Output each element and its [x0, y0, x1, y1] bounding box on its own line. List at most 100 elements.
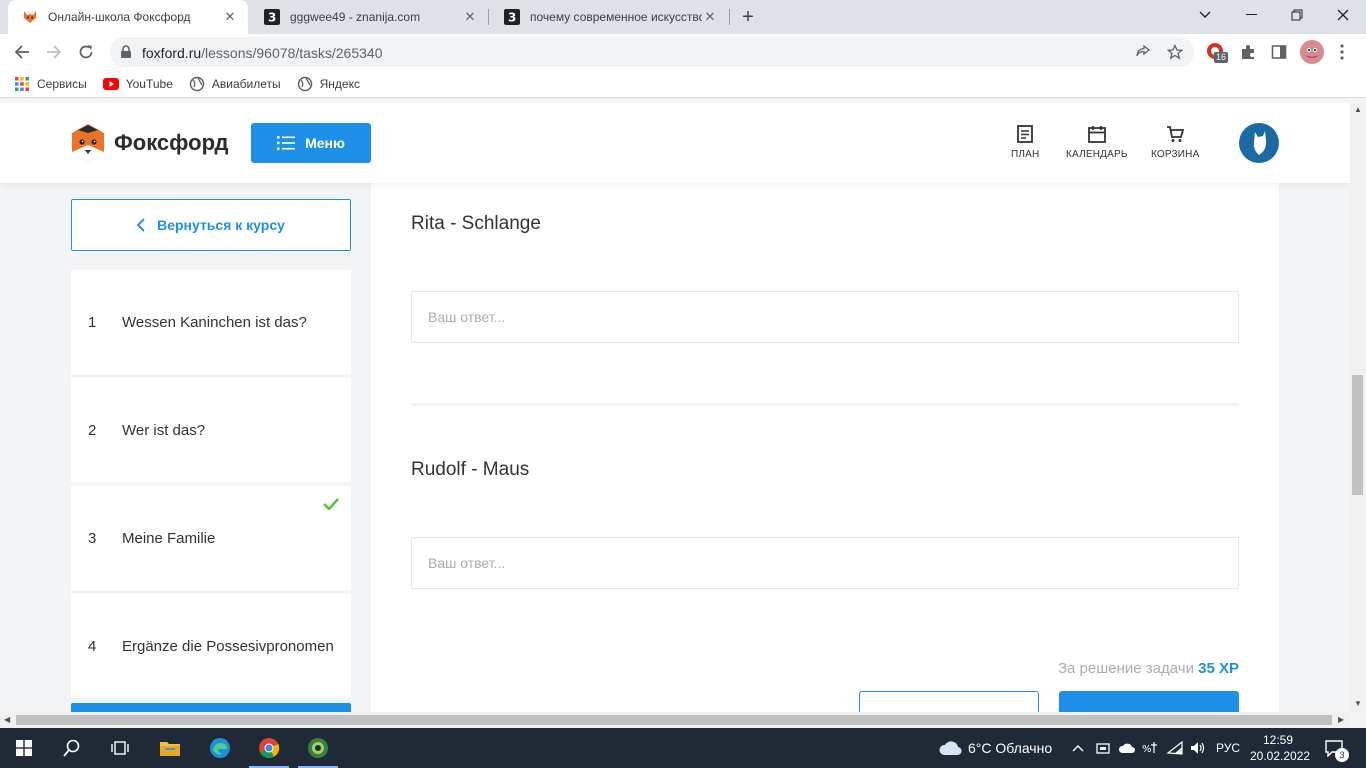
- close-window-icon[interactable]: [1320, 0, 1366, 30]
- nav-cart[interactable]: КОРЗИНА: [1151, 125, 1199, 160]
- fox-logo-icon: [72, 124, 104, 162]
- site-header: Фоксфорд Меню ПЛАН КАЛЕНДАРЬ КОРЗИНА: [0, 103, 1350, 183]
- close-icon[interactable]: ✕: [222, 9, 238, 25]
- lesson-item-4[interactable]: 4 Ergänze die Possesivpronomen: [71, 594, 351, 698]
- nav-label: КАЛЕНДАРЬ: [1066, 149, 1128, 160]
- cloud-icon: [939, 741, 962, 756]
- lesson-number: 2: [88, 421, 97, 439]
- back-arrow-icon[interactable]: [8, 38, 36, 66]
- checkmark-icon: [323, 498, 339, 510]
- menu-button[interactable]: Меню: [251, 123, 371, 163]
- wifi-icon[interactable]: [1166, 728, 1184, 768]
- tab-title: gggwee49 - znanija.com: [290, 10, 421, 24]
- taskbar-clock[interactable]: 12:59 20.02.2022: [1250, 732, 1311, 764]
- lesson-item-5[interactable]: [71, 703, 351, 712]
- lesson-title: Wer ist das?: [122, 421, 206, 439]
- search-icon[interactable]: [48, 728, 96, 768]
- scrollbar-thumb[interactable]: [16, 715, 1332, 725]
- windows-taskbar: 6°C Облачно % РУС 12:59 20.02.2022 3: [0, 728, 1366, 768]
- close-icon[interactable]: ✕: [462, 9, 478, 25]
- kebab-menu-icon[interactable]: [1340, 44, 1344, 65]
- scroll-right-icon[interactable]: ▶: [1338, 715, 1344, 724]
- scrollbar-thumb[interactable]: [1352, 375, 1363, 495]
- show-hidden-icons[interactable]: [1072, 728, 1084, 768]
- chevron-left-icon: [137, 218, 145, 232]
- scroll-down-icon[interactable]: ▼: [1354, 699, 1362, 708]
- cart-icon: [1167, 126, 1185, 142]
- bookmark-services[interactable]: Сервисы: [14, 76, 87, 92]
- tab-strip: Онлайн-школа Фоксфорд ✕ 3 gggwee49 - zna…: [0, 0, 1366, 34]
- nav-plan[interactable]: ПЛАН: [1011, 125, 1039, 160]
- chrome-browser-icon[interactable]: [245, 728, 293, 768]
- scroll-left-icon[interactable]: ◀: [4, 715, 10, 724]
- onedrive-icon[interactable]: [1118, 728, 1136, 768]
- nav-label: КОРЗИНА: [1151, 149, 1200, 160]
- input-language[interactable]: РУС: [1216, 728, 1240, 768]
- bookmark-star-icon[interactable]: [1167, 44, 1183, 60]
- reload-icon[interactable]: [72, 38, 100, 66]
- bookmark-youtube[interactable]: YouTube: [102, 77, 173, 91]
- minimize-icon[interactable]: [1228, 0, 1274, 30]
- lesson-title: Ergänze die Possesivpronomen: [122, 637, 334, 655]
- tab-foxford[interactable]: Онлайн-школа Фоксфорд ✕: [8, 0, 248, 34]
- bookmark-aviabilety[interactable]: Авиабилеты: [189, 76, 281, 92]
- cat-avatar-icon: [1253, 131, 1267, 155]
- vertical-scrollbar[interactable]: ▲ ▼: [1350, 103, 1366, 712]
- foxford-logo[interactable]: Фоксфорд: [70, 123, 228, 163]
- globe-icon: [297, 76, 312, 91]
- forward-arrow-icon[interactable]: [40, 38, 68, 66]
- new-tab-icon[interactable]: +: [738, 7, 758, 27]
- primary-action-button[interactable]: [1059, 691, 1239, 712]
- notifications-badge: 3: [1335, 748, 1349, 762]
- menu-label: Меню: [305, 135, 345, 151]
- windows-start-icon[interactable]: [0, 728, 48, 768]
- weather-widget[interactable]: 6°C Облачно: [938, 728, 1052, 768]
- puzzle-extensions-icon[interactable]: [1240, 44, 1256, 65]
- restore-icon[interactable]: [1274, 0, 1320, 30]
- svg-text:3: 3: [268, 11, 276, 25]
- url-path: /lessons/96078/tasks/265340: [201, 45, 383, 61]
- scroll-up-icon[interactable]: ▲: [1354, 105, 1362, 114]
- back-label: Вернуться к курсу: [157, 217, 285, 233]
- side-panel-icon[interactable]: [1271, 44, 1287, 65]
- app-icon[interactable]: [294, 728, 342, 768]
- profile-avatar[interactable]: [1300, 40, 1324, 64]
- apps-grid-icon: [15, 76, 29, 91]
- edge-browser-icon[interactable]: [196, 728, 244, 768]
- language-switch-icon[interactable]: %: [1142, 728, 1158, 768]
- lesson-item-1[interactable]: 1 Wessen Kaninchen ist das?: [71, 270, 351, 374]
- tab-separator: [729, 9, 730, 25]
- answer-input-2[interactable]: [411, 537, 1239, 589]
- clock-date: 20.02.2022: [1250, 749, 1311, 763]
- youtube-icon: [102, 77, 119, 90]
- plan-icon: [1017, 125, 1034, 143]
- meet-now-icon[interactable]: [1096, 728, 1110, 768]
- tab-title: Онлайн-школа Фоксфорд: [48, 10, 191, 24]
- notifications-icon[interactable]: 3: [1324, 728, 1349, 768]
- extension-icon[interactable]: 16: [1206, 42, 1229, 64]
- lock-icon[interactable]: [120, 45, 132, 59]
- bookmark-label: Авиабилеты: [211, 76, 281, 91]
- task-view-icon[interactable]: [96, 728, 144, 768]
- tab-search[interactable]: 3 почему современное искусство ✕: [490, 0, 728, 34]
- file-explorer-icon[interactable]: [146, 728, 194, 768]
- tab-search-dropdown-icon[interactable]: [1182, 0, 1228, 30]
- close-icon[interactable]: ✕: [702, 9, 718, 25]
- lesson-item-2[interactable]: 2 Wer ist das?: [71, 378, 351, 482]
- address-bar[interactable]: foxford.ru/lessons/96078/tasks/265340: [110, 37, 1194, 67]
- tab-znanija[interactable]: 3 gggwee49 - znanija.com ✕: [250, 0, 488, 34]
- user-avatar[interactable]: [1239, 123, 1279, 163]
- bookmark-label: Яндекс: [319, 76, 360, 91]
- nav-calendar[interactable]: КАЛЕНДАРЬ: [1066, 125, 1128, 160]
- reward-prefix: За решение задачи: [1057, 660, 1194, 677]
- share-icon[interactable]: [1135, 44, 1151, 60]
- answer-input-1[interactable]: [411, 291, 1239, 343]
- back-to-course-button[interactable]: Вернуться к курсу: [71, 199, 351, 251]
- bookmark-yandex[interactable]: Яндекс: [297, 76, 360, 92]
- horizontal-scrollbar[interactable]: ◀ ▶: [0, 712, 1350, 728]
- volume-icon[interactable]: [1190, 728, 1206, 768]
- lesson-item-3[interactable]: 3 Meine Familie: [71, 486, 351, 590]
- lesson-number: 1: [88, 313, 97, 331]
- question-title: Rudolf - Maus: [411, 459, 530, 480]
- secondary-action-button[interactable]: [859, 691, 1039, 712]
